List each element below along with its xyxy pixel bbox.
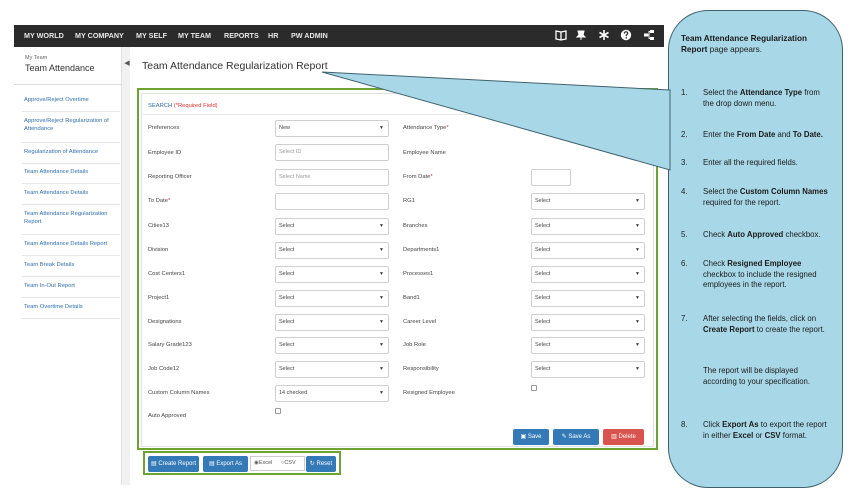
step-text: Click Export As to export the report in …	[703, 420, 827, 440]
step-number: 6.	[681, 259, 688, 268]
step-number: 1.	[681, 88, 688, 97]
step-number: 8.	[681, 420, 688, 429]
step-text: Enter the From Date and To Date.	[703, 130, 823, 139]
step-number: 3.	[681, 158, 688, 167]
callout-note: The report will be displayed according t…	[703, 366, 811, 386]
callout-intro-rest: page appears.	[707, 45, 763, 55]
step-number: 4.	[681, 187, 688, 196]
step-text: Select the Attendance Type from the drop…	[703, 88, 820, 108]
step-text: Select the Custom Column Names required …	[703, 187, 828, 207]
callout-pointer	[321, 71, 671, 171]
step-text: After selecting the fields, click on Cre…	[703, 314, 825, 334]
step-text: Check Auto Approved checkbox.	[703, 230, 821, 239]
step-number: 5.	[681, 230, 688, 239]
step-text: Check Resigned Employee checkbox to incl…	[703, 259, 817, 290]
callout-intro: Team Attendance Regularization Report pa…	[681, 33, 831, 55]
step-text: Enter all the required fields.	[703, 158, 798, 167]
step-number: 7.	[681, 314, 688, 323]
step-number: 2.	[681, 130, 688, 139]
